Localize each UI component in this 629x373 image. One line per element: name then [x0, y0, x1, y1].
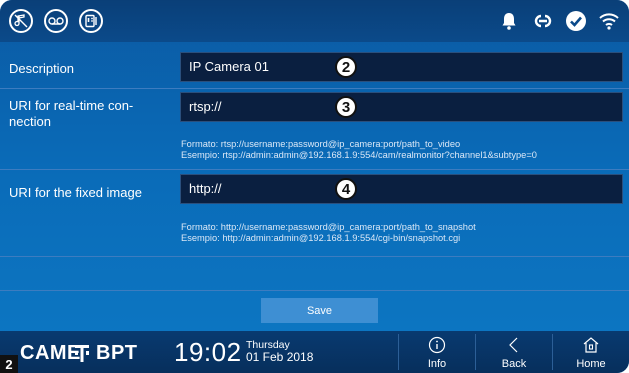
description-value: IP Camera 01 [189, 59, 269, 74]
info-button[interactable]: Info [399, 331, 475, 373]
home-icon [583, 337, 599, 353]
callout-badge: 4 [335, 178, 357, 200]
realtime-uri-label: URI for real-time con- nection [9, 98, 134, 129]
voicemail-button[interactable] [44, 9, 68, 33]
realtime-uri-value: rtsp:// [189, 99, 222, 114]
realtime-uri-field[interactable]: rtsp:// [180, 92, 623, 122]
mute-icon [14, 14, 28, 28]
save-button[interactable]: Save [261, 298, 378, 323]
brand-bpt-logo: BPT [96, 342, 138, 364]
bottom-bar: CAME BPT 19:02 Thursday 01 Feb 2018 Info… [0, 331, 629, 373]
voicemail-icon [48, 17, 64, 25]
callout-badge: 2 [335, 56, 357, 78]
info-label: Info [427, 358, 447, 370]
fixed-image-example-hint: Esempio: http://admin:admin@192.168.1.9:… [181, 233, 461, 243]
divider [0, 256, 629, 257]
fixed-image-uri-label: URI for the fixed image [9, 185, 142, 200]
cloud-link-icon [534, 14, 552, 28]
realtime-uri-example-hint: Esempio: rtsp://admin:admin@192.168.1.9:… [181, 150, 537, 160]
bell-icon [502, 13, 516, 30]
back-chevron-icon [509, 337, 518, 353]
mute-button[interactable] [9, 9, 33, 33]
status-bar [0, 0, 629, 42]
brand-mark-icon [75, 345, 89, 362]
realtime-uri-format-hint: Formato: rtsp://username:password@ip_cam… [181, 139, 461, 149]
fixed-image-uri-field[interactable]: http:// [180, 174, 623, 204]
wifi-icon [599, 13, 619, 30]
back-button[interactable]: Back [476, 331, 552, 373]
check-icon [566, 11, 586, 31]
home-button[interactable]: Home [553, 331, 629, 373]
fixed-image-format-hint: Formato: http://username:password@ip_cam… [181, 222, 476, 232]
clock-time: 19:02 [174, 337, 242, 367]
door-phone-icon [85, 14, 97, 28]
description-row: Description IP Camera 01 2 [0, 42, 629, 88]
description-field[interactable]: IP Camera 01 [180, 52, 623, 82]
realtime-uri-row: URI for real-time con- nection rtsp:// 3… [0, 89, 629, 169]
screen: Description IP Camera 01 2 URI for real-… [0, 0, 629, 373]
description-label: Description [9, 61, 75, 76]
callout-badge: 3 [335, 96, 357, 118]
info-icon [428, 336, 446, 354]
back-label: Back [501, 358, 527, 370]
clock-date: 01 Feb 2018 [246, 350, 314, 364]
door-phone-button[interactable] [79, 9, 103, 33]
divider [0, 290, 629, 291]
fixed-image-uri-value: http:// [189, 181, 222, 196]
home-label: Home [576, 358, 606, 370]
page-number: 2 [0, 355, 18, 373]
fixed-image-uri-row: URI for the fixed image http:// 4 Format… [0, 170, 629, 256]
